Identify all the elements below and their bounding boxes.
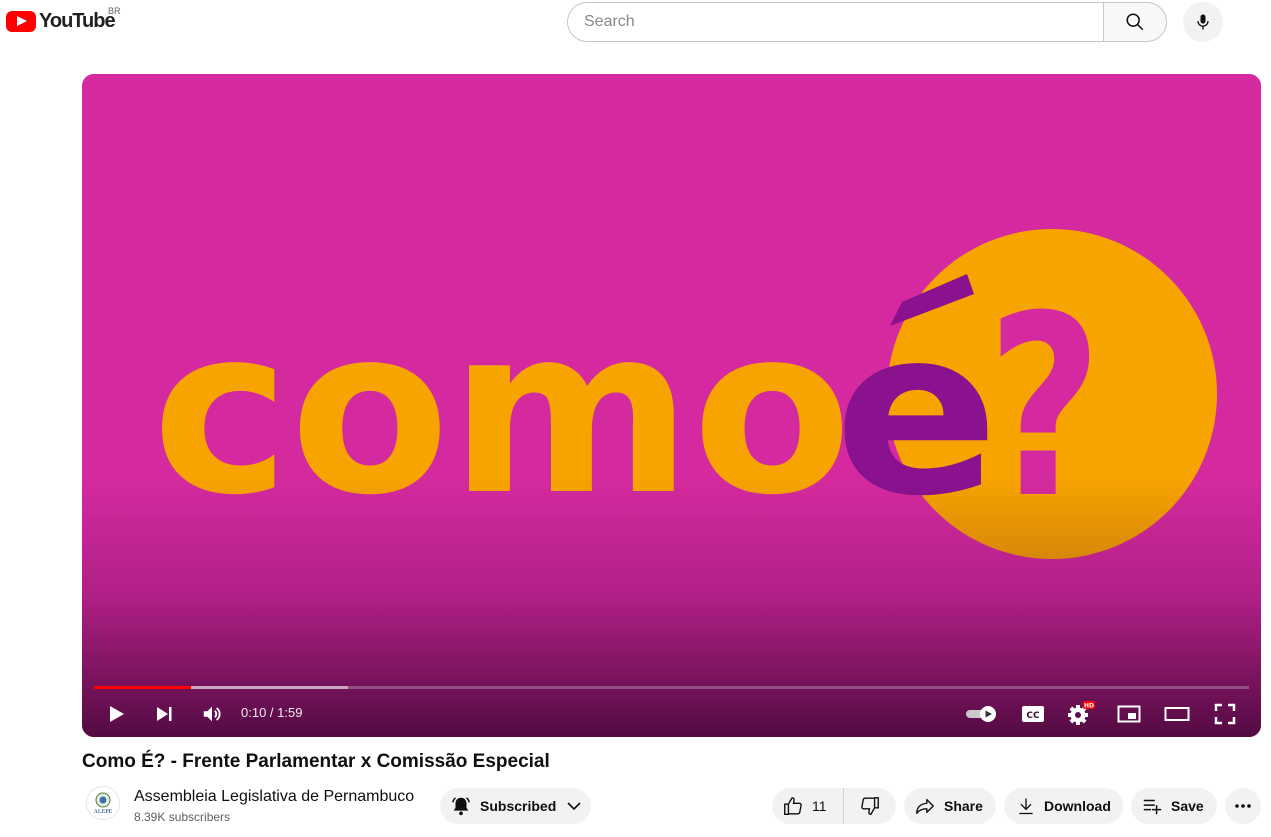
youtube-logo[interactable]: YouTube BR [6, 6, 121, 33]
share-button[interactable]: Share [904, 788, 996, 824]
avatar-text: ALEPE [93, 808, 113, 815]
video-player[interactable]: como e ? 0:10 / 1:59 CC HD [82, 74, 1261, 737]
search-button[interactable] [1103, 2, 1167, 42]
top-header: YouTube BR Search [0, 0, 1271, 44]
subscribed-label: Subscribed [480, 798, 557, 814]
thumbs-down-icon [861, 797, 879, 815]
save-label: Save [1171, 798, 1204, 814]
svg-text:CC: CC [1026, 711, 1040, 721]
search-icon [1126, 13, 1144, 31]
settings-button[interactable]: HD [1061, 696, 1101, 732]
progress-played [94, 686, 192, 689]
share-icon [916, 798, 934, 815]
like-dislike-group: 11 [772, 788, 896, 824]
search-input[interactable]: Search [567, 2, 1103, 42]
autoplay-toggle-icon [966, 706, 996, 722]
channel-avatar[interactable]: ALEPE [86, 786, 120, 820]
chevron-down-icon [567, 802, 581, 811]
subscribed-button[interactable]: Subscribed [440, 788, 591, 824]
download-button[interactable]: Download [1004, 788, 1123, 824]
share-label: Share [944, 798, 983, 814]
next-button[interactable] [144, 696, 184, 732]
download-icon [1019, 798, 1033, 815]
play-button[interactable] [96, 696, 136, 732]
next-icon [157, 707, 172, 721]
time-display: 0:10 / 1:59 [241, 705, 303, 720]
player-controls: 0:10 / 1:59 CC HD [82, 696, 1261, 732]
volume-button[interactable] [192, 696, 232, 732]
subscriber-count: 8.39K subscribers [134, 810, 231, 824]
logo-text: YouTube [39, 10, 116, 32]
miniplayer-button[interactable] [1109, 696, 1149, 732]
fullscreen-button[interactable] [1205, 696, 1245, 732]
hd-badge: HD [1084, 703, 1094, 710]
download-label: Download [1044, 798, 1111, 814]
miniplayer-icon [1117, 705, 1141, 723]
search-bar: Search [567, 2, 1167, 42]
video-title: Como É? - Frente Parlamentar x Comissão … [82, 751, 550, 772]
save-button[interactable]: Save [1131, 788, 1217, 824]
settings-icon: HD [1068, 701, 1095, 725]
like-button[interactable]: 11 [772, 788, 844, 824]
youtube-logo-icon [6, 11, 36, 32]
autoplay-toggle[interactable] [962, 696, 1002, 732]
like-count: 11 [812, 798, 827, 814]
theater-mode-icon [1164, 707, 1190, 721]
play-icon [110, 706, 124, 722]
add-to-playlist-icon [1143, 799, 1162, 815]
dislike-button[interactable] [844, 788, 896, 824]
mic-icon [1197, 14, 1209, 30]
theater-mode-button[interactable] [1157, 696, 1197, 732]
more-actions-button[interactable] [1225, 788, 1261, 824]
more-horizontal-icon [1235, 804, 1251, 808]
search-placeholder: Search [584, 13, 635, 30]
volume-icon [203, 706, 221, 722]
channel-name[interactable]: Assembleia Legislativa de Pernambuco [134, 788, 414, 806]
alepe-seal-icon [95, 792, 111, 807]
captions-button[interactable]: CC [1013, 696, 1053, 732]
captions-icon: CC [1022, 706, 1044, 722]
progress-bar[interactable] [94, 686, 1249, 689]
bell-icon [452, 797, 470, 816]
thumbs-up-icon [784, 797, 802, 815]
voice-search-button[interactable] [1183, 2, 1223, 42]
fullscreen-icon [1214, 703, 1236, 725]
country-code: BR [108, 6, 121, 16]
